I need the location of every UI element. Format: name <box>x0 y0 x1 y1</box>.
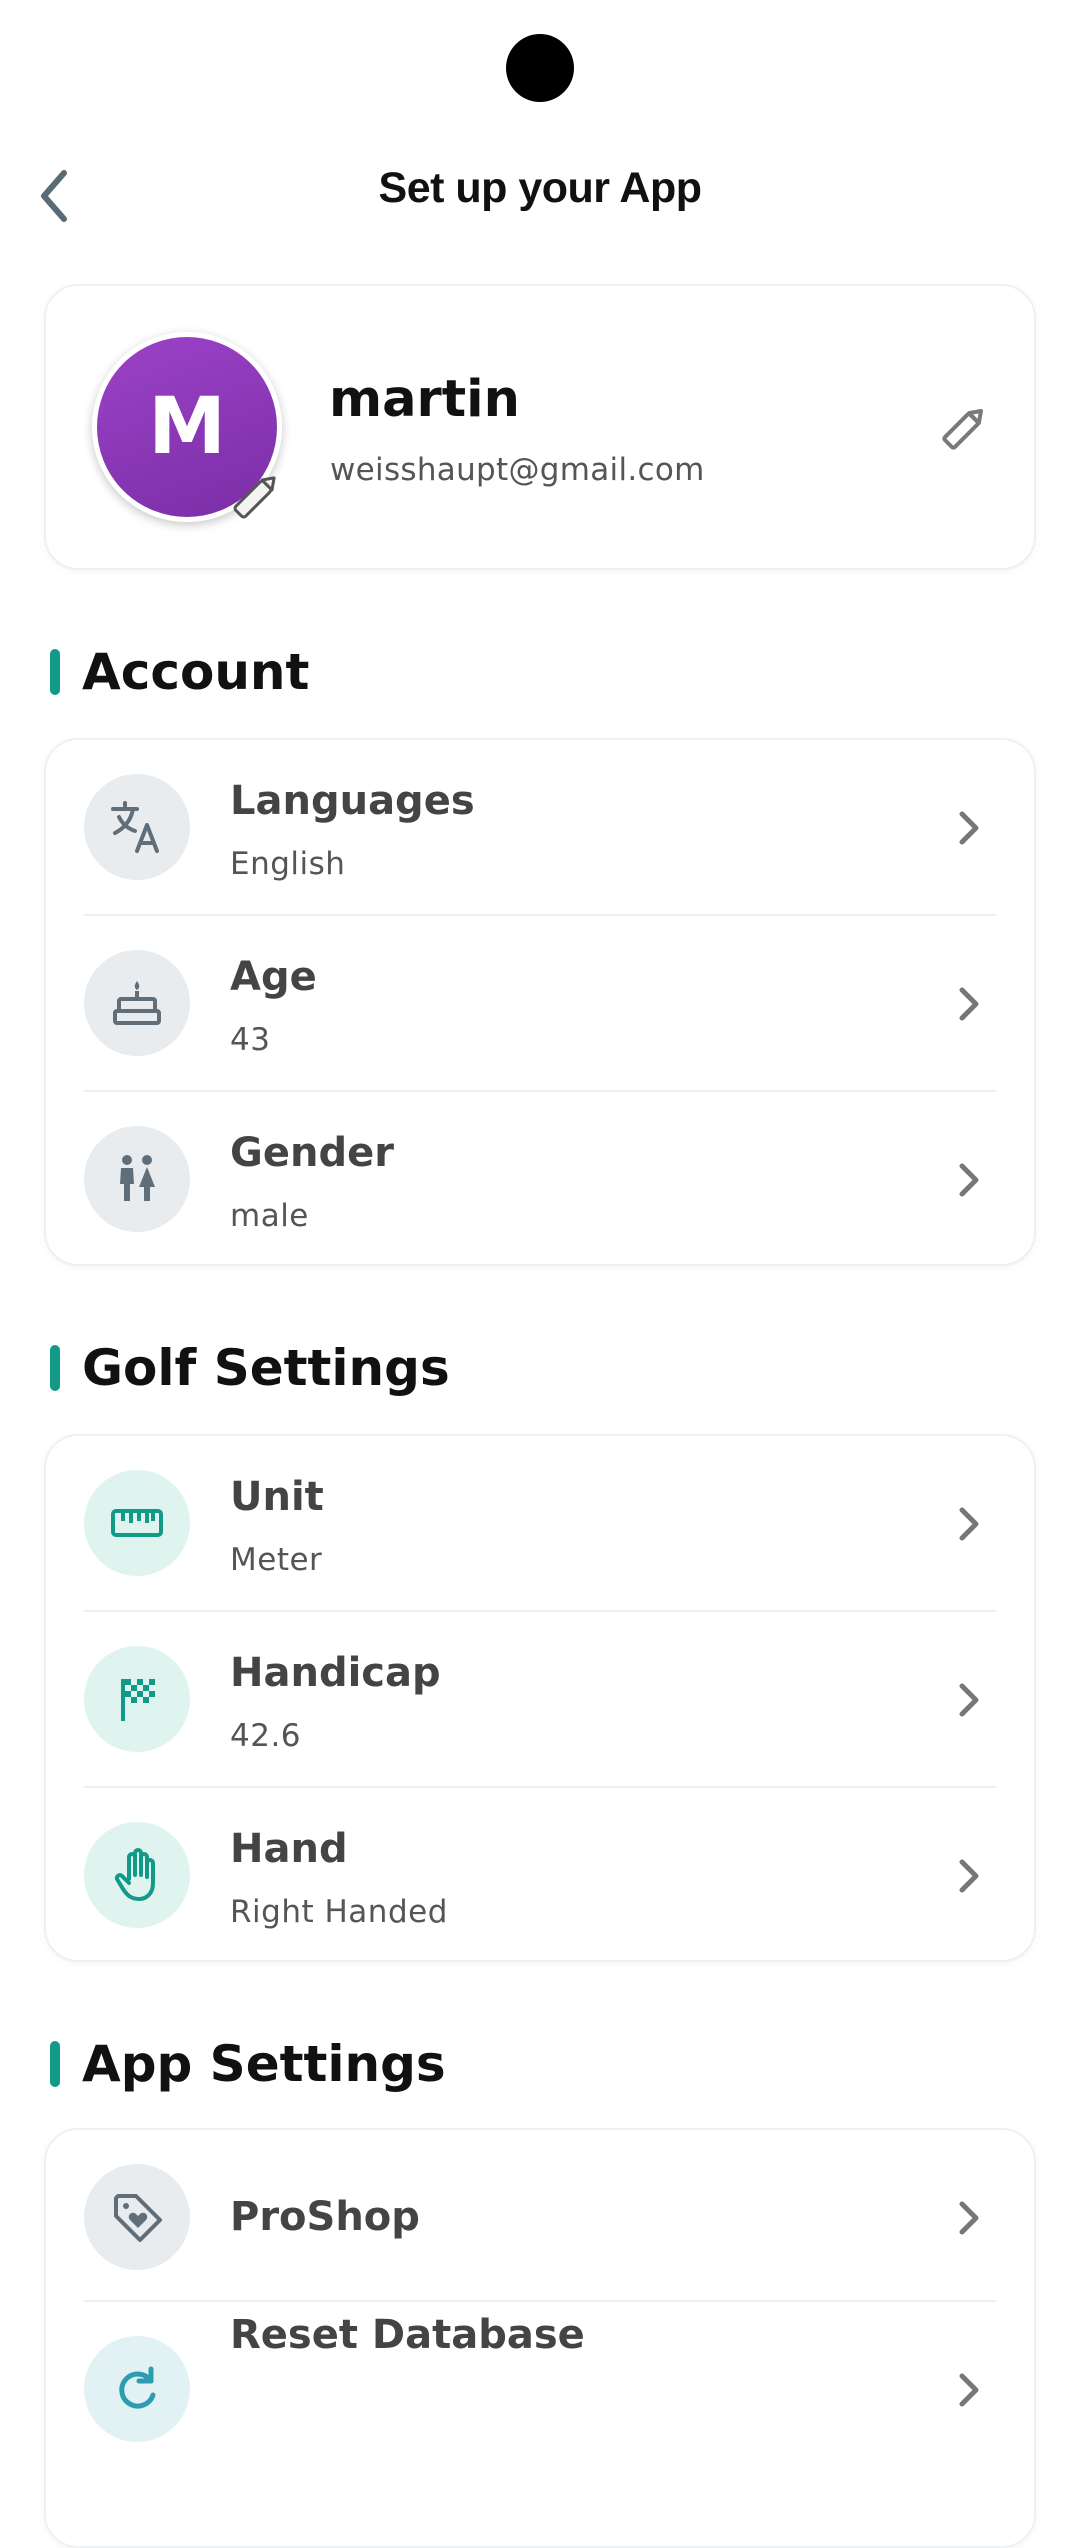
row-label: Hand <box>230 1826 348 1872</box>
people-icon <box>120 1155 155 1201</box>
row-label: Unit <box>230 1474 324 1520</box>
settings-row-hand[interactable]: Hand Right Handed <box>46 1788 1034 1962</box>
row-value: 42.6 <box>230 1718 302 1754</box>
row-label: Age <box>230 954 317 1000</box>
chevron-right-icon <box>959 811 979 845</box>
account-card: Languages English Age 43 Gender male <box>44 738 1036 1266</box>
profile-email: weisshaupt@gmail.com <box>330 452 705 488</box>
settings-row-reset-database[interactable]: Reset Database <box>46 2302 1034 2476</box>
settings-row-gender[interactable]: Gender male <box>46 1092 1034 1266</box>
avatar-initial: M <box>148 382 226 472</box>
edit-profile-button[interactable] <box>934 398 994 458</box>
section-accent-bar <box>50 649 60 695</box>
row-value: English <box>230 846 346 882</box>
section-title-account: Account <box>50 642 309 702</box>
settings-row-languages[interactable]: Languages English <box>46 740 1034 914</box>
settings-row-proshop[interactable]: ProShop <box>46 2130 1034 2304</box>
golf-settings-card: Unit Meter Handicap 42.6 Hand Right Hand… <box>44 1434 1036 1962</box>
pencil-icon <box>942 409 983 450</box>
tag-icon <box>114 2194 162 2242</box>
chevron-right-icon <box>959 1163 979 1197</box>
row-label: ProShop <box>230 2194 420 2240</box>
chevron-right-icon <box>959 1859 979 1893</box>
chevron-right-icon <box>959 2373 979 2407</box>
settings-row-age[interactable]: Age 43 <box>46 916 1034 1090</box>
pencil-icon[interactable] <box>224 466 286 528</box>
chevron-right-icon <box>959 2201 979 2235</box>
reset-icon <box>119 2366 156 2409</box>
profile-name: martin <box>329 370 520 429</box>
ruler-icon <box>111 1509 163 1537</box>
section-accent-bar <box>50 1345 60 1391</box>
row-value: Right Handed <box>230 1894 448 1930</box>
row-value: male <box>230 1198 309 1234</box>
row-label: Gender <box>230 1130 394 1176</box>
chevron-right-icon <box>959 987 979 1021</box>
section-title-golf: Golf Settings <box>50 1338 450 1398</box>
cake-icon <box>113 981 161 1025</box>
chevron-right-icon <box>959 1683 979 1717</box>
section-title-app: App Settings <box>50 2034 446 2094</box>
page-title: Set up your App <box>378 164 702 212</box>
row-label: Handicap <box>230 1650 441 1696</box>
header: Set up your App <box>0 150 1080 240</box>
row-label: Reset Database <box>230 2312 585 2358</box>
row-value: Meter <box>230 1542 323 1578</box>
translate-icon <box>111 801 159 853</box>
profile-card: M martin weisshaupt@gmail.com <box>44 284 1036 570</box>
settings-row-unit[interactable]: Unit Meter <box>46 1436 1034 1610</box>
section-accent-bar <box>50 2041 60 2087</box>
settings-row-handicap[interactable]: Handicap 42.6 <box>46 1612 1034 1786</box>
flag-icon <box>121 1679 155 1721</box>
camera-cutout <box>506 34 574 102</box>
row-value: 43 <box>230 1022 271 1058</box>
row-label: Languages <box>230 778 475 824</box>
chevron-right-icon <box>959 1507 979 1541</box>
hand-icon <box>114 1848 155 1901</box>
app-settings-card: ProShop Reset Database <box>44 2128 1036 2548</box>
